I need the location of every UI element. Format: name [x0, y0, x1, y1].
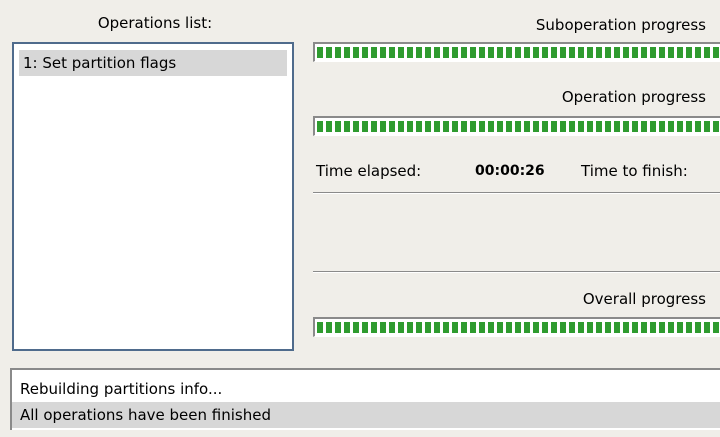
operation-progress-bar: [313, 116, 720, 136]
overall-progress-fill: [317, 322, 720, 333]
suboperation-progress-label: Suboperation progress: [535, 16, 706, 34]
operations-list[interactable]: 1: Set partition flags: [12, 42, 294, 351]
overall-progress-bar: [313, 317, 720, 337]
divider-top: [313, 192, 720, 194]
operations-list-header: Operations list:: [97, 14, 213, 32]
time-elapsed-value: 00:00:26: [475, 163, 545, 179]
time-to-finish-label: Time to finish:: [581, 162, 688, 180]
time-elapsed-label: Time elapsed:: [316, 162, 422, 180]
log-line: Rebuilding partitions info...: [20, 380, 223, 398]
suboperation-progress-bar: [313, 42, 720, 62]
suboperation-progress-fill: [317, 47, 720, 58]
operation-progress-label: Operation progress: [561, 88, 706, 106]
log-box[interactable]: Rebuilding partitions info... All operat…: [10, 368, 720, 430]
overall-progress-label: Overall progress: [582, 290, 706, 308]
log-line-selected: All operations have been finished: [12, 402, 720, 428]
operation-item[interactable]: 1: Set partition flags: [19, 50, 287, 76]
operation-progress-fill: [317, 121, 720, 132]
divider-bottom: [313, 271, 720, 273]
